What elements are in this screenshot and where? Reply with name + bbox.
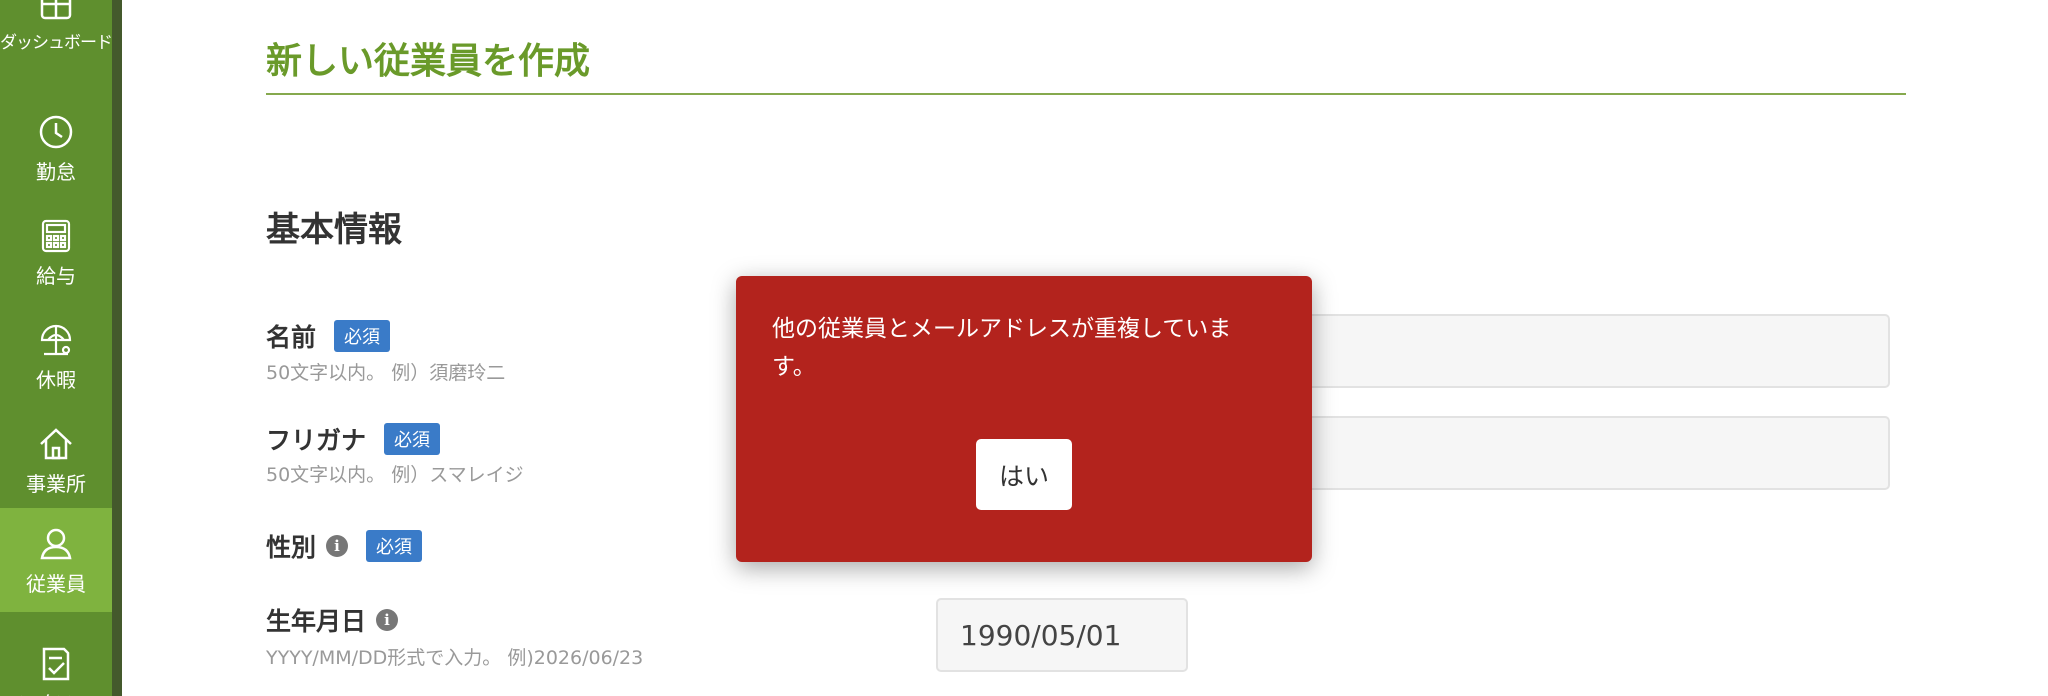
clock-icon — [39, 115, 73, 148]
info-icon[interactable]: i — [376, 609, 399, 631]
sidebar-item-office[interactable]: 事業所 — [0, 408, 112, 512]
required-badge: 必須 — [334, 320, 391, 352]
section-title: 基本情報 — [266, 210, 402, 250]
dashboard-icon — [40, 0, 72, 19]
dialog-message: 他の従業員とメールアドレスが重複しています。 — [772, 316, 1232, 380]
sidebar-item-label: 従業員 — [26, 571, 86, 596]
name-hint: 50文字以内。 例）須磨玲二 — [266, 362, 506, 384]
sidebar-item-label: ダッシュボード — [0, 32, 113, 53]
page-title: 新しい従業員を作成 — [266, 41, 591, 82]
checklist-icon — [42, 647, 70, 680]
sidebar-item-leave[interactable]: 休暇 — [0, 304, 112, 408]
furigana-input[interactable] — [1300, 416, 1890, 490]
info-icon[interactable]: i — [326, 535, 349, 557]
sidebar-item-attendance[interactable]: 勤怠 — [0, 96, 112, 200]
sidebar-item-employees[interactable]: 従業員 — [0, 508, 112, 612]
sidebar-item-dashboard[interactable]: ダッシュボード — [0, 0, 113, 70]
sidebar-item-label: ワークフロー — [8, 688, 105, 696]
error-dialog: 他の従業員とメールアドレスが重複しています。 はい — [736, 276, 1312, 562]
gender-label: 性別 — [266, 533, 317, 562]
sidebar-item-label: 給与 — [36, 263, 76, 288]
sidebar-edge — [112, 0, 122, 696]
furigana-label: フリガナ — [266, 426, 367, 455]
birthday-label-row: 生年月日 i — [266, 602, 399, 638]
required-badge: 必須 — [384, 423, 441, 455]
calculator-icon — [41, 219, 71, 252]
sidebar: ダッシュボード 勤怠 給与 休暇 事業所 従業員 — [0, 0, 113, 696]
birthday-label: 生年月日 — [266, 607, 367, 636]
name-input[interactable] — [1300, 314, 1890, 388]
birthday-hint: YYYY/MM/DD形式で入力。 例)2026/06/23 — [266, 647, 644, 669]
name-label-row: 名前 必須 — [266, 318, 391, 354]
sidebar-item-label: 休暇 — [36, 367, 76, 392]
required-badge: 必須 — [366, 530, 423, 562]
beach-umbrella-icon — [40, 324, 72, 355]
title-divider — [266, 93, 1906, 95]
gender-label-row: 性別 i 必須 — [266, 528, 423, 564]
sidebar-item-workflow[interactable]: ワークフロー — [0, 626, 112, 696]
sidebar-item-label: 事業所 — [26, 471, 86, 496]
sidebar-item-payroll[interactable]: 給与 — [0, 200, 112, 304]
name-label: 名前 — [266, 323, 317, 352]
confirm-button[interactable]: はい — [976, 439, 1072, 510]
birthday-input[interactable]: 1990/05/01 — [936, 598, 1188, 672]
furigana-hint: 50文字以内。 例）スマレイジ — [266, 464, 524, 486]
home-icon — [40, 427, 72, 459]
person-icon — [40, 528, 72, 559]
sidebar-item-label: 勤怠 — [36, 159, 76, 184]
furigana-label-row: フリガナ 必須 — [266, 421, 441, 457]
